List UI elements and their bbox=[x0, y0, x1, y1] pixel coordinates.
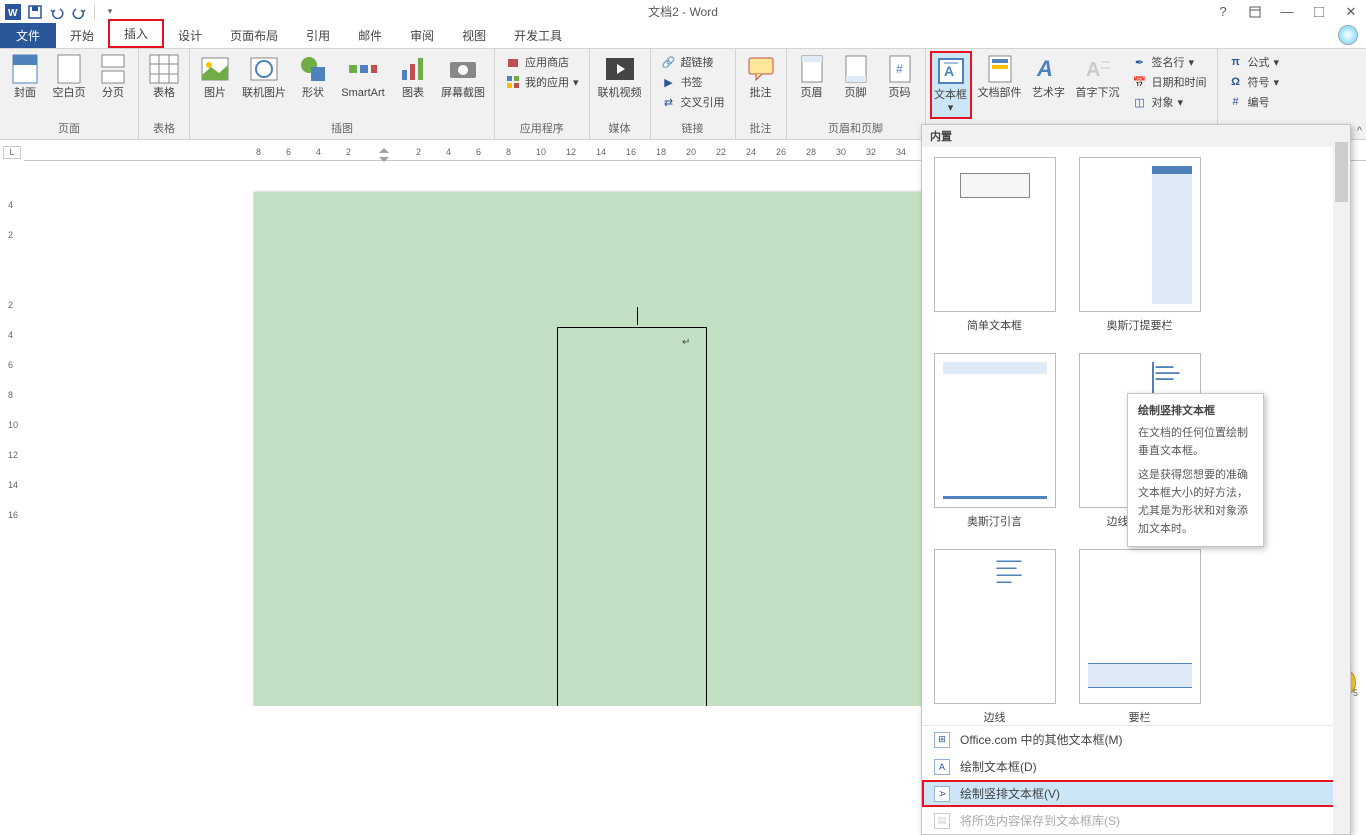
dropdown-scrollbar[interactable] bbox=[1333, 142, 1350, 834]
group-comments-label: 批注 bbox=[750, 118, 772, 139]
date-time-button[interactable]: 📅日期和时间 bbox=[1128, 73, 1211, 91]
signature-line-button[interactable]: ✒签名行 ▾ bbox=[1128, 53, 1211, 71]
tooltip: 绘制竖排文本框 在文档的任何位置绘制垂直文本框。 这是获得您想要的准确文本框大小… bbox=[1127, 393, 1264, 547]
bookmark-button[interactable]: ▶书签 bbox=[657, 73, 729, 91]
group-illustrations-label: 插图 bbox=[331, 118, 353, 139]
header-button[interactable]: 页眉 bbox=[791, 51, 833, 102]
svg-text:A: A bbox=[1036, 56, 1053, 81]
file-tab[interactable]: 文件 bbox=[0, 23, 56, 48]
menu-draw-vertical-textbox[interactable]: A绘制竖排文本框(V) bbox=[922, 780, 1350, 807]
tab-view[interactable]: 视图 bbox=[448, 23, 500, 48]
gallery-item-austin-quote[interactable]: 奥斯汀引言 bbox=[932, 353, 1057, 529]
gallery-item-sideline-2[interactable]: ▬▬▬▬▬▬▬▬▬▬▬▬▬▬▬▬▬ 边线 bbox=[932, 549, 1057, 725]
word-icon: W bbox=[3, 2, 23, 22]
group-tables-label: 表格 bbox=[153, 118, 175, 139]
quickparts-button[interactable]: 文档部件 bbox=[974, 51, 1026, 102]
dropcap-button[interactable]: A首字下沉 bbox=[1072, 51, 1124, 102]
window-title: 文档2 - Word bbox=[648, 3, 718, 20]
assistant-icon[interactable] bbox=[1338, 25, 1358, 45]
gallery-item-simple-textbox[interactable]: 简单文本框 bbox=[932, 157, 1057, 333]
symbol-button[interactable]: Ω符号 ▾ bbox=[1224, 73, 1284, 91]
qat-separator bbox=[94, 4, 95, 20]
redo-icon[interactable] bbox=[69, 2, 89, 22]
svg-text:#: # bbox=[896, 62, 903, 76]
help-icon[interactable]: ? bbox=[1213, 2, 1233, 22]
group-header-footer-label: 页眉和页脚 bbox=[828, 118, 883, 139]
cover-page-button[interactable]: 封面 bbox=[4, 51, 46, 102]
footer-button[interactable]: 页脚 bbox=[835, 51, 877, 102]
menu-save-selection: ▤将所选内容保存到文本框库(S) bbox=[922, 807, 1350, 834]
group-media-label: 媒体 bbox=[609, 118, 631, 139]
svg-text:W: W bbox=[8, 8, 18, 19]
save-icon[interactable] bbox=[25, 2, 45, 22]
tab-home[interactable]: 开始 bbox=[56, 23, 108, 48]
tooltip-title: 绘制竖排文本框 bbox=[1138, 402, 1253, 420]
screenshot-button[interactable]: 屏幕截图 bbox=[436, 51, 490, 102]
online-pictures-button[interactable]: 联机图片 bbox=[238, 51, 290, 102]
dropdown-header: 内置 bbox=[922, 125, 1350, 147]
pictures-button[interactable]: 图片 bbox=[194, 51, 236, 102]
chart-button[interactable]: 图表 bbox=[392, 51, 434, 102]
my-apps-button[interactable]: 我的应用 ▾ bbox=[501, 73, 583, 91]
shapes-button[interactable]: 形状 bbox=[292, 51, 334, 102]
cross-reference-button[interactable]: ⇄交叉引用 bbox=[657, 93, 729, 111]
textbox-button[interactable]: A文本框▾ bbox=[930, 51, 972, 119]
group-links-label: 链接 bbox=[682, 118, 704, 139]
page-break-button[interactable]: 分页 bbox=[92, 51, 134, 102]
smartart-button[interactable]: SmartArt bbox=[336, 51, 390, 102]
group-apps-label: 应用程序 bbox=[520, 118, 564, 139]
vertical-textbox[interactable] bbox=[557, 327, 707, 706]
undo-icon[interactable] bbox=[47, 2, 67, 22]
tab-layout[interactable]: 页面布局 bbox=[216, 23, 292, 48]
minimize-icon[interactable]: — bbox=[1277, 2, 1297, 22]
ribbon-display-icon[interactable] bbox=[1245, 2, 1265, 22]
tab-developer[interactable]: 开发工具 bbox=[500, 23, 576, 48]
number-button[interactable]: #编号 bbox=[1224, 93, 1284, 111]
maximize-icon[interactable] bbox=[1309, 2, 1329, 22]
tab-review[interactable]: 审阅 bbox=[396, 23, 448, 48]
menu-office-textboxes[interactable]: ⊞Office.com 中的其他文本框(M) bbox=[922, 726, 1350, 753]
svg-text:A: A bbox=[944, 63, 954, 79]
hyperlink-button[interactable]: 🔗超链接 bbox=[657, 53, 729, 71]
tooltip-line2: 这是获得您想要的准确文本框大小的好方法，尤其是为形状和对象添加文本时。 bbox=[1138, 466, 1253, 538]
comment-button[interactable]: 批注 bbox=[740, 51, 782, 102]
paragraph-mark: ↵ bbox=[682, 337, 690, 348]
blank-page-button[interactable]: 空白页 bbox=[48, 51, 90, 102]
wordart-button[interactable]: A艺术字 bbox=[1028, 51, 1070, 102]
group-pages-label: 页面 bbox=[58, 118, 80, 139]
indent-marker[interactable] bbox=[379, 148, 389, 160]
vertical-ruler[interactable]: 4 2 2 4 6 8 10 12 14 16 bbox=[3, 162, 21, 706]
tab-references[interactable]: 引用 bbox=[292, 23, 344, 48]
tab-mailings[interactable]: 邮件 bbox=[344, 23, 396, 48]
svg-text:A: A bbox=[1086, 59, 1100, 81]
close-icon[interactable]: ✕ bbox=[1341, 2, 1361, 22]
page-number-button[interactable]: #页码 bbox=[879, 51, 921, 102]
online-video-button[interactable]: 联机视频 bbox=[594, 51, 646, 102]
equation-button[interactable]: π公式 ▾ bbox=[1224, 53, 1284, 71]
tab-insert[interactable]: 插入 bbox=[108, 19, 164, 48]
collapse-ribbon-icon[interactable]: ^ bbox=[1357, 125, 1362, 137]
tab-design[interactable]: 设计 bbox=[164, 23, 216, 48]
app-store-button[interactable]: 应用商店 bbox=[501, 53, 583, 71]
gallery-item-sideline-3[interactable]: 要栏 bbox=[1077, 549, 1202, 725]
text-cursor bbox=[637, 307, 638, 325]
table-button[interactable]: 表格 bbox=[143, 51, 185, 102]
tooltip-line1: 在文档的任何位置绘制垂直文本框。 bbox=[1138, 424, 1253, 460]
ruler-corner[interactable]: L bbox=[3, 146, 21, 159]
object-button[interactable]: ◫对象 ▾ bbox=[1128, 93, 1211, 111]
menu-draw-textbox[interactable]: A绘制文本框(D) bbox=[922, 753, 1350, 780]
gallery-item-austin-sidebar[interactable]: 奥斯汀提要栏 bbox=[1077, 157, 1202, 333]
